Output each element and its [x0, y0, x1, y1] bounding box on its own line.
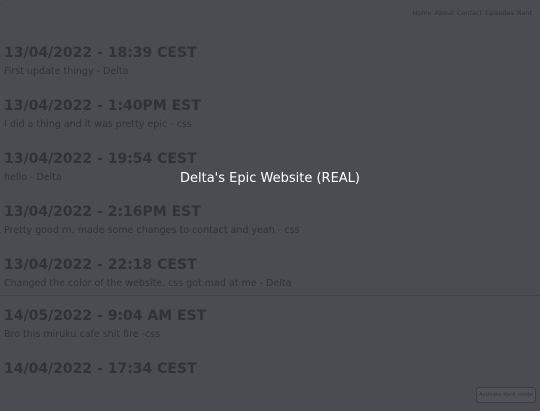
log-entry: 13/04/2022 - 1:40PM EST I did a thing an…	[4, 95, 536, 148]
entry-text: Changed the color of the website, css go…	[4, 278, 292, 289]
entry-date: 13/04/2022 - 19:54 CEST	[4, 151, 197, 167]
entry-date: 13/04/2022 - 22:18 CEST	[4, 257, 197, 273]
site-title-overlay: Delta's Epic Website (REAL)	[179, 171, 360, 186]
entry-text	[4, 380, 536, 411]
entry-text: First update thingy - Delta	[4, 66, 129, 77]
site-logo[interactable]: ~	[5, 5, 10, 12]
log-entry: 13/04/2022 - 22:18 CEST Changed the colo…	[4, 254, 536, 295]
entry-date: 14/05/2022 - 9:04 AM EST	[4, 308, 207, 324]
log-entry: 14/05/2022 - 9:04 AM EST Bro this miruku…	[4, 305, 536, 358]
entry-date: 13/04/2022 - 1:40PM EST	[4, 98, 201, 114]
log-entry: 14/04/2022 - 17:34 CEST	[4, 358, 536, 411]
section-divider	[0, 295, 540, 296]
page-background: ~ Home About Contact Episodes Rant 13/04…	[0, 0, 540, 405]
entry-date: 13/04/2022 - 2:16PM EST	[4, 204, 201, 220]
entry-date: 13/04/2022 - 18:39 CEST	[4, 45, 197, 61]
log-entry: 13/04/2022 - 18:39 CEST First update thi…	[4, 42, 536, 95]
entry-text: I did a thing and it was pretty epic - c…	[4, 119, 192, 130]
log-entry: 13/04/2022 - 2:16PM EST Pretty good rn, …	[4, 201, 536, 254]
dark-mode-button[interactable]: Activate dark mode	[476, 387, 536, 403]
update-log: 13/04/2022 - 18:39 CEST First update thi…	[0, 42, 540, 411]
nav-link-home[interactable]: Home	[412, 9, 431, 17]
entry-text: Pretty good rn, made some changes to con…	[4, 225, 300, 236]
nav-link-about[interactable]: About	[435, 9, 454, 17]
entry-date: 14/04/2022 - 17:34 CEST	[4, 361, 197, 377]
nav-link-episodes[interactable]: Episodes	[485, 9, 514, 17]
top-nav: Home About Contact Episodes Rant	[412, 9, 532, 17]
nav-link-contact[interactable]: Contact	[457, 9, 482, 17]
nav-link-rant[interactable]: Rant	[517, 9, 532, 17]
entry-text: Bro this miruku.cafe shit fire -css	[4, 329, 161, 340]
